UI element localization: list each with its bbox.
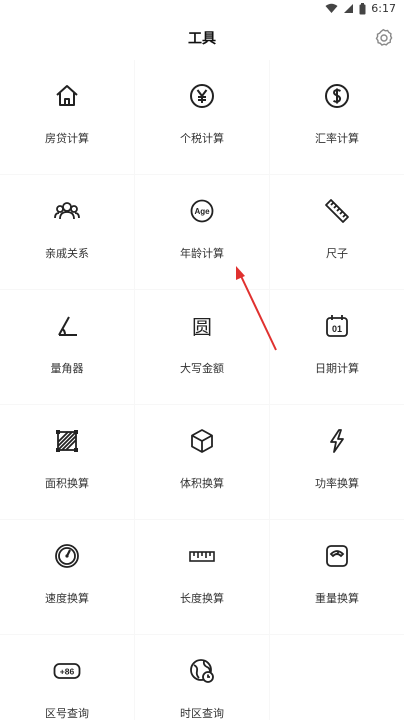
uppercase-yuan-glyph: 圆	[192, 315, 212, 339]
calendar-icon: 01	[323, 312, 351, 340]
tool-label: 尺子	[326, 247, 348, 260]
cube-icon	[188, 427, 216, 455]
dollar-coin-icon	[323, 82, 351, 110]
tool-label: 速度换算	[45, 592, 89, 605]
yen-coin-icon	[188, 82, 216, 110]
tool-ruler[interactable]: 尺子	[270, 175, 404, 289]
area-code-icon: +86	[53, 657, 81, 685]
tool-label: 长度换算	[180, 592, 224, 605]
globe-clock-icon	[188, 657, 216, 685]
people-group-icon	[53, 197, 81, 225]
uppercase-yuan-icon: 圆	[188, 312, 216, 340]
wifi-icon	[325, 3, 338, 13]
status-time: 6:17	[371, 2, 396, 15]
area-icon	[53, 427, 81, 455]
gear-icon	[375, 28, 393, 46]
tool-label: 面积换算	[45, 477, 89, 490]
tool-power-conversion[interactable]: 功率换算	[270, 405, 404, 519]
ruler-icon	[323, 197, 351, 225]
signal-icon	[344, 4, 354, 13]
tool-length-conversion[interactable]: 长度换算	[135, 520, 269, 634]
app-header: 工具	[0, 20, 404, 60]
tool-label: 功率换算	[315, 477, 359, 490]
house-icon	[53, 82, 81, 110]
status-bar: 6:17	[0, 0, 404, 20]
calendar-day-text: 01	[332, 324, 342, 334]
tool-exchange-rate-calculator[interactable]: 汇率计算	[270, 60, 404, 174]
tool-volume-conversion[interactable]: 体积换算	[135, 405, 269, 519]
settings-button[interactable]	[374, 28, 394, 48]
page-title: 工具	[188, 31, 216, 47]
age-badge-icon: Age	[188, 197, 216, 225]
protractor-icon	[53, 312, 81, 340]
status-icons: 6:17	[325, 2, 396, 15]
tool-label: 日期计算	[315, 362, 359, 375]
tool-label: 亲戚关系	[45, 247, 89, 260]
tool-age-calculator[interactable]: Age 年龄计算	[135, 175, 269, 289]
tools-grid: 房贷计算 个税计算 汇率计算 亲戚关系 Age 年龄计算 尺子 量角器 圆 大写…	[0, 60, 404, 720]
tool-label: 重量换算	[315, 592, 359, 605]
tool-label: 汇率计算	[315, 132, 359, 145]
tool-date-calculator[interactable]: 01 日期计算	[270, 290, 404, 404]
tool-label: 个税计算	[180, 132, 224, 145]
tool-label: 房贷计算	[45, 132, 89, 145]
tool-income-tax-calculator[interactable]: 个税计算	[135, 60, 269, 174]
tool-label: 年龄计算	[180, 247, 224, 260]
tool-label: 大写金额	[180, 362, 224, 375]
tool-family-relation[interactable]: 亲戚关系	[0, 175, 134, 289]
lightning-icon	[323, 427, 351, 455]
age-badge-text: Age	[194, 207, 210, 216]
tool-area-code-lookup[interactable]: +86 区号查询	[0, 635, 134, 720]
tool-speed-conversion[interactable]: 速度换算	[0, 520, 134, 634]
speedometer-icon	[53, 542, 81, 570]
tool-label: 区号查询	[45, 707, 89, 720]
tool-label: 体积换算	[180, 477, 224, 490]
scale-icon	[323, 542, 351, 570]
battery-icon	[359, 2, 366, 14]
empty-tile	[270, 635, 404, 720]
tool-label: 时区查询	[180, 707, 224, 720]
tool-label: 量角器	[50, 362, 84, 375]
tool-area-conversion[interactable]: 面积换算	[0, 405, 134, 519]
tool-uppercase-amount[interactable]: 圆 大写金额	[135, 290, 269, 404]
tool-timezone-lookup[interactable]: 时区查询	[135, 635, 269, 720]
tool-mortgage-calculator[interactable]: 房贷计算	[0, 60, 134, 174]
length-ruler-icon	[188, 542, 216, 570]
area-code-text: +86	[60, 667, 75, 677]
tool-protractor[interactable]: 量角器	[0, 290, 134, 404]
tool-weight-conversion[interactable]: 重量换算	[270, 520, 404, 634]
